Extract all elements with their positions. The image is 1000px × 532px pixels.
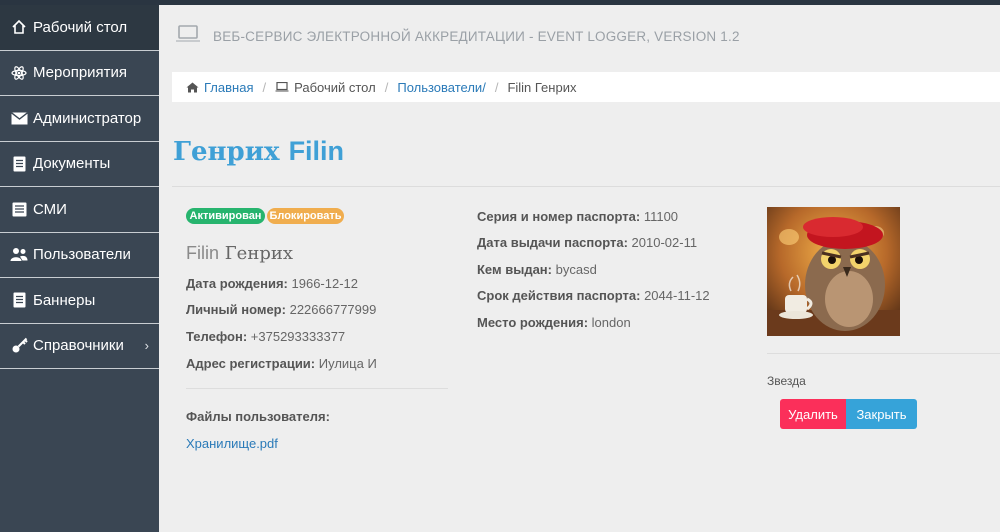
sidebar-item-label: Пользователи bbox=[33, 246, 131, 264]
breadcrumb-separator: / bbox=[262, 79, 267, 95]
sidebar-item-label: Администратор bbox=[33, 109, 142, 127]
field-label: Кем выдан: bbox=[477, 262, 552, 277]
field-value: 1966-12-12 bbox=[291, 276, 359, 291]
document-icon bbox=[9, 156, 29, 172]
sidebar-item-label: Документы bbox=[33, 155, 111, 173]
file-link[interactable]: Хранилище.pdf bbox=[186, 436, 278, 451]
laptop-icon bbox=[275, 82, 289, 92]
newspaper-icon bbox=[9, 202, 29, 217]
key-icon bbox=[9, 337, 29, 354]
sidebar-item-label: Справочники bbox=[33, 337, 124, 355]
delete-button[interactable]: Удалить bbox=[780, 399, 846, 429]
files-label: Файлы пользователя: bbox=[186, 409, 330, 424]
page-title-first: Генрих bbox=[173, 137, 280, 167]
breadcrumb-separator: / bbox=[494, 79, 499, 95]
sidebar-item-banners[interactable]: Баннеры bbox=[0, 278, 159, 324]
issue-date-field: Дата выдачи паспорта: 2010-02-11 bbox=[477, 235, 697, 250]
field-value: Иулица И bbox=[318, 356, 377, 371]
breadcrumb: Главная / Рабочий стол / Пользователи/ /… bbox=[172, 72, 1000, 102]
files-divider bbox=[186, 388, 448, 389]
field-value: 2044-11-12 bbox=[644, 288, 710, 303]
sidebar-item-directories[interactable]: Справочники › bbox=[0, 323, 159, 369]
atom-icon bbox=[9, 65, 29, 81]
app-header: ВЕБ-СЕРВИС ЭЛЕКТРОННОЙ АККРЕДИТАЦИИ - EV… bbox=[159, 5, 1000, 68]
sidebar-item-media[interactable]: СМИ bbox=[0, 187, 159, 233]
users-icon bbox=[9, 247, 29, 262]
breadcrumb-home-link[interactable]: Главная bbox=[204, 80, 253, 95]
field-label: Серия и номер паспорта: bbox=[477, 209, 641, 224]
field-value: 11100 bbox=[643, 209, 679, 224]
sidebar-item-label: СМИ bbox=[33, 200, 67, 218]
breadcrumb-separator: / bbox=[384, 79, 389, 95]
breadcrumb-desktop[interactable]: Рабочий стол bbox=[294, 80, 376, 95]
phone-field: Телефон: +375293333377 bbox=[186, 329, 345, 344]
laptop-icon bbox=[175, 25, 201, 48]
status-badge: Активирован bbox=[186, 208, 265, 224]
sidebar-item-label: Баннеры bbox=[33, 291, 96, 309]
page-title-last: Filin bbox=[288, 136, 345, 166]
photo-divider bbox=[767, 353, 1000, 354]
field-label: Место рождения: bbox=[477, 315, 589, 330]
home-icon bbox=[186, 82, 199, 93]
field-label: Дата рождения: bbox=[186, 276, 288, 291]
field-label: Адрес регистрации: bbox=[186, 356, 316, 371]
envelope-icon bbox=[9, 111, 29, 125]
passport-field: Серия и номер паспорта: 11100 bbox=[477, 209, 678, 224]
photo-caption: Звезда bbox=[767, 374, 806, 388]
address-field: Адрес регистрации: Иулица И bbox=[186, 356, 377, 371]
person-name-first: Filin bbox=[186, 243, 220, 263]
home-icon bbox=[9, 19, 29, 35]
field-value: 222666777999 bbox=[289, 302, 377, 317]
list-icon bbox=[9, 292, 29, 308]
page-title: Генрих Filin bbox=[173, 136, 344, 167]
breadcrumb-current: Filin Генрих bbox=[507, 79, 577, 95]
field-label: Дата выдачи паспорта: bbox=[477, 235, 628, 250]
sidebar-item-users[interactable]: Пользователи bbox=[0, 232, 159, 278]
field-value: +375293333377 bbox=[250, 329, 346, 344]
personal-number-field: Личный номер: 222666777999 bbox=[186, 302, 376, 317]
field-value: london bbox=[591, 315, 631, 330]
sidebar-item-label: Рабочий стол bbox=[33, 18, 128, 36]
block-user-badge[interactable]: Блокировать bbox=[267, 208, 344, 224]
sidebar: Рабочий стол Мероприятия Администратор Д… bbox=[0, 5, 159, 532]
expiry-field: Срок действия паспорта: 2044-11-12 bbox=[477, 288, 710, 303]
field-label: Личный номер: bbox=[186, 302, 286, 317]
field-value: bycasd bbox=[555, 262, 597, 277]
birth-date-field: Дата рождения: 1966-12-12 bbox=[186, 276, 358, 291]
sidebar-item-label: Мероприятия bbox=[33, 64, 128, 82]
sidebar-item-admin[interactable]: Администратор bbox=[0, 96, 159, 142]
title-divider bbox=[172, 186, 1000, 187]
field-value: 2010-02-11 bbox=[631, 235, 698, 250]
birthplace-field: Место рождения: london bbox=[477, 315, 631, 330]
app-title: ВЕБ-СЕРВИС ЭЛЕКТРОННОЙ АККРЕДИТАЦИИ - EV… bbox=[213, 29, 740, 44]
issued-by-field: Кем выдан: bycasd bbox=[477, 262, 597, 277]
chevron-right-icon: › bbox=[144, 338, 149, 354]
sidebar-item-events[interactable]: Мероприятия bbox=[0, 50, 159, 96]
close-button[interactable]: Закрыть bbox=[846, 399, 917, 429]
field-label: Срок действия паспорта: bbox=[477, 288, 641, 303]
field-label: Телефон: bbox=[186, 329, 248, 344]
breadcrumb-users-link[interactable]: Пользователи/ bbox=[397, 80, 485, 95]
sidebar-item-documents[interactable]: Документы bbox=[0, 141, 159, 187]
sidebar-item-desktop[interactable]: Рабочий стол bbox=[0, 5, 159, 51]
person-name-last: Генрих bbox=[224, 243, 293, 264]
user-photo bbox=[767, 207, 900, 336]
person-name: Filin Генрих bbox=[186, 243, 293, 264]
